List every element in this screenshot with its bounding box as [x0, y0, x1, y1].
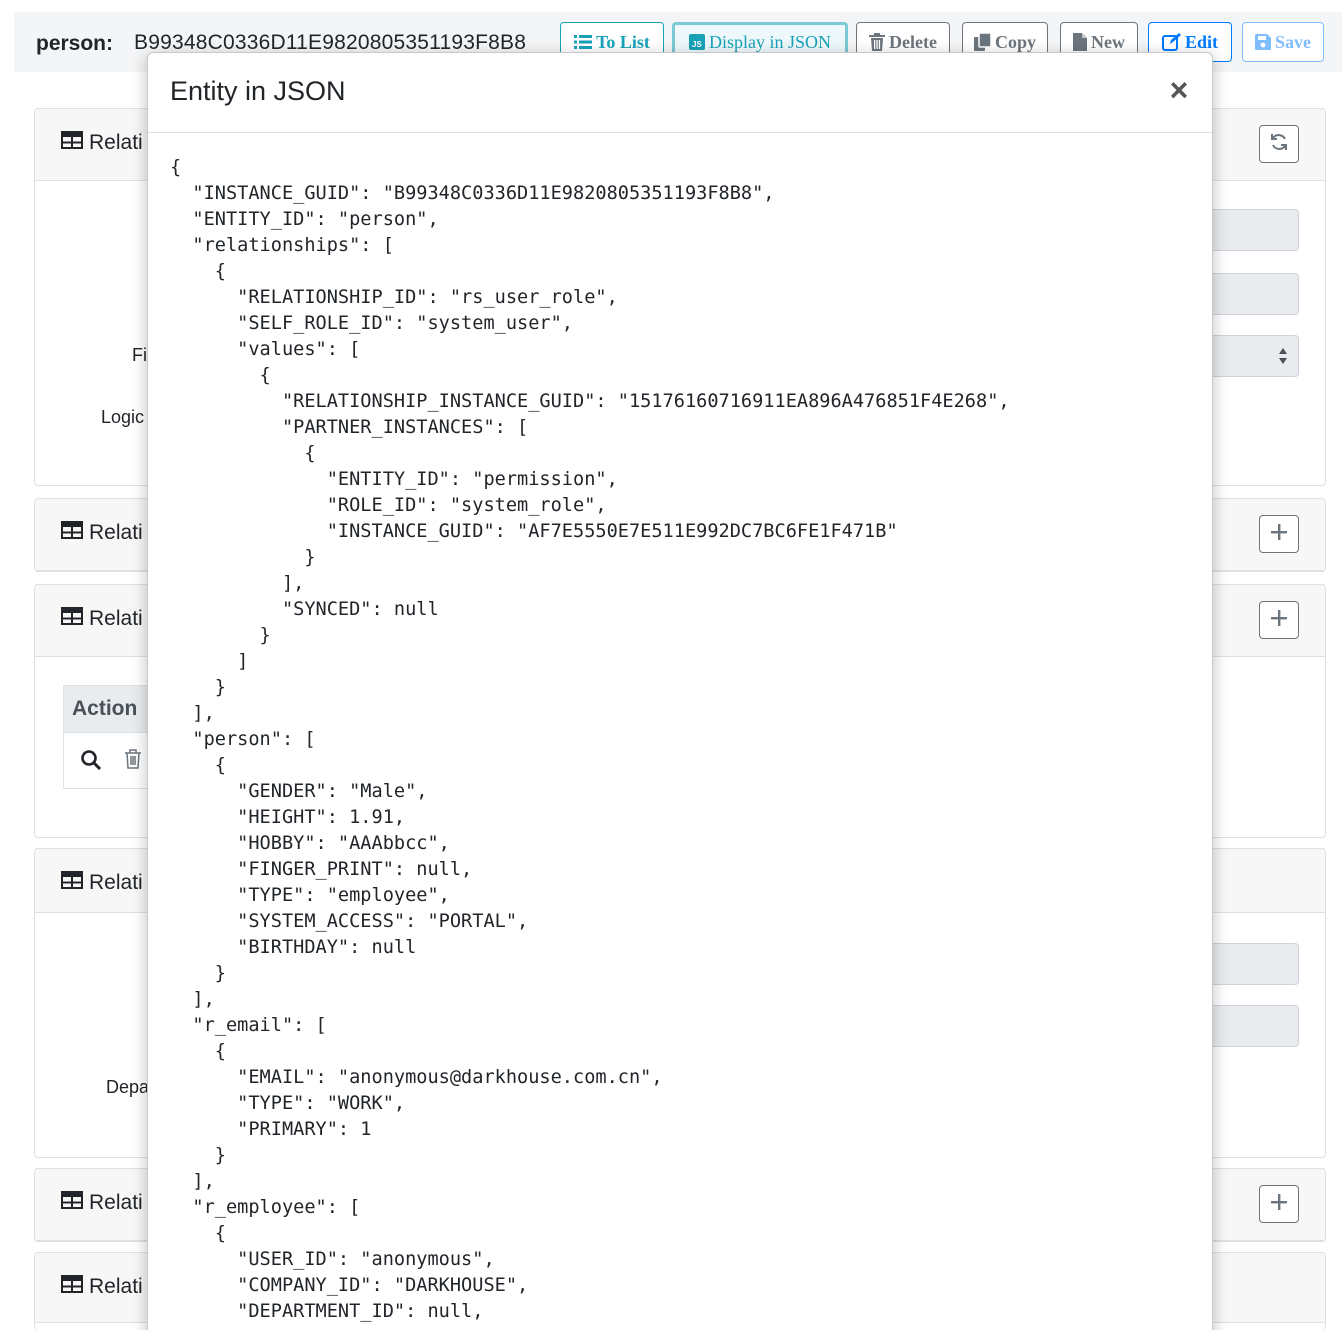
- card-title-text: Relati: [89, 1275, 143, 1298]
- close-icon[interactable]: ×: [1166, 74, 1192, 106]
- save-label: Save: [1275, 31, 1311, 52]
- delete-label: Delete: [889, 31, 937, 52]
- json-content: { "INSTANCE_GUID": "B99348C0336D11E98208…: [170, 157, 1010, 1322]
- card-title-text: Relati: [89, 1191, 143, 1214]
- plus-icon: [1271, 523, 1287, 545]
- card-title: Relati: [61, 521, 143, 545]
- add-button[interactable]: [1259, 1185, 1299, 1223]
- plus-icon: [1271, 1193, 1287, 1215]
- card-title: Relati: [61, 871, 143, 895]
- field-label: Fi: [132, 345, 147, 365]
- search-icon[interactable]: [80, 749, 102, 776]
- card-title: Relati: [61, 1275, 143, 1299]
- modal-header: Entity in JSON ×: [148, 53, 1212, 133]
- new-label: New: [1091, 31, 1125, 52]
- card-title-text: Relati: [89, 131, 143, 154]
- table-icon: [61, 607, 83, 631]
- add-button[interactable]: [1259, 515, 1299, 553]
- table-icon: [61, 131, 83, 155]
- trash-icon: [869, 33, 886, 51]
- display-json-label: Display in JSON: [708, 31, 831, 52]
- refresh-button[interactable]: [1259, 125, 1299, 163]
- table-icon: [61, 1275, 83, 1299]
- edit-icon: [1161, 33, 1181, 51]
- save-icon: [1255, 34, 1271, 50]
- file-icon: [1073, 33, 1087, 51]
- svg-text:JS: JS: [692, 40, 702, 49]
- copy-icon: [973, 33, 991, 51]
- select-arrows-icon: [1278, 346, 1288, 371]
- table-icon: [61, 521, 83, 545]
- trash-icon[interactable]: [124, 749, 142, 774]
- edit-label: Edit: [1184, 31, 1218, 52]
- modal-title: Entity in JSON: [170, 76, 346, 106]
- js-icon: JS: [688, 34, 705, 50]
- entity-json-modal: Entity in JSON × { "INSTANCE_GUID": "B99…: [147, 52, 1213, 1330]
- copy-label: Copy: [994, 31, 1036, 52]
- card-title-text: Relati: [89, 521, 143, 544]
- card-title-text: Relati: [89, 871, 143, 894]
- entity-type-label: person:: [36, 32, 114, 55]
- refresh-icon: [1269, 132, 1289, 157]
- table-icon: [61, 1191, 83, 1215]
- field-label: Logic: [101, 407, 145, 427]
- card-title: Relati: [61, 607, 143, 631]
- modal-body: { "INSTANCE_GUID": "B99348C0336D11E98208…: [148, 133, 1212, 1330]
- plus-icon: [1271, 609, 1287, 631]
- card-title: Relati: [61, 131, 143, 155]
- to-list-label: To List: [596, 31, 650, 52]
- field-label: Depa: [106, 1077, 150, 1097]
- table-icon: [61, 871, 83, 895]
- add-button[interactable]: [1259, 601, 1299, 639]
- card-title-text: Relati: [89, 607, 143, 630]
- card-title: Relati: [61, 1191, 143, 1215]
- list-icon: [574, 34, 593, 50]
- save-button[interactable]: Save: [1242, 22, 1324, 62]
